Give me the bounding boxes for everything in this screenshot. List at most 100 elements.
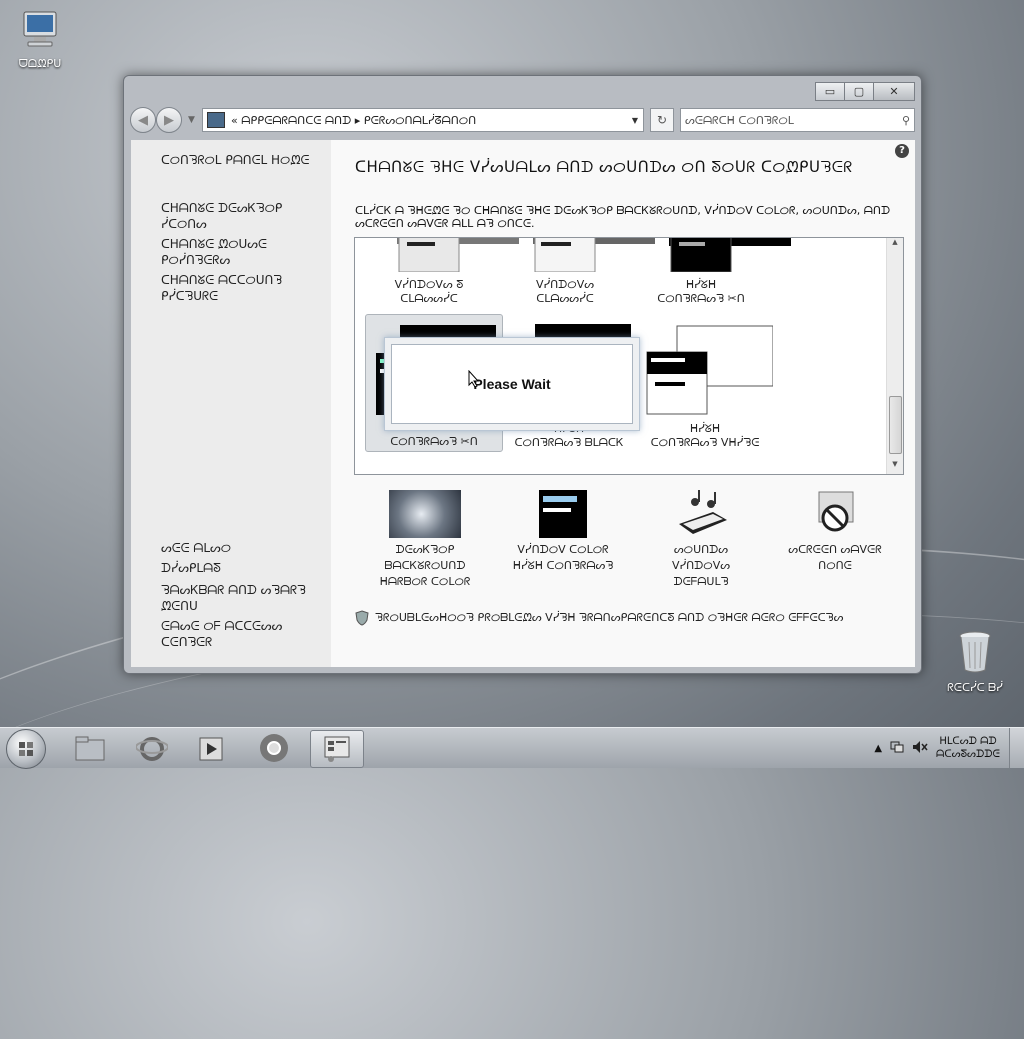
breadcrumb-separator[interactable]: ▸: [355, 114, 361, 127]
navigation-bar: ◀ ▶ ▼ « ᗩᑭᑭᕮᗩᖇᗩᑎᑕᕮ ᗩᑎᗪ ▸ ᑭᕮᖇᔕᝪᑎᗩᒪᓰᘔᗩᑎᝪᑎ …: [130, 106, 915, 134]
refresh-button[interactable]: ↻: [650, 108, 674, 132]
personalize-options: ᗪᕮᔕᏦᘋᝪᑭ ᗷᗩᑕᏦᘜᖇᝪᑌᑎᗪ ᕼᗩᖇᗷᝪᖇ ᑕᝪᒪᝪᖇ ᐯᓰᑎᗪᝪᐯ ᑕ…: [355, 490, 915, 600]
screen-saver-option[interactable]: ᔕᑕᖇᕮᕮᑎ ᔕᗩᐯᕮᖇ ᑎᝪᑎᕮ: [775, 490, 895, 574]
help-icon[interactable]: ?: [895, 144, 909, 158]
option-label: ᗪᕮᖴᗩᑌᒪᘋ: [673, 575, 729, 588]
system-clock[interactable]: ᕼᒪᑕᔕᗪ ᗩᗪ ᗩᑕᔕᘕᔕᗪᗪᕮ: [936, 735, 1000, 761]
task-link-mouse-pointers[interactable]: ᑕᕼᗩᑎᘜᕮ ᘻᝪᑌᔕᕮ ᑭᝪᓰᑎᘋᕮᖇᔕ: [131, 236, 321, 268]
theme-name: ᕼᓰᘜᕼ: [685, 278, 717, 291]
option-label: ᔕᝪᑌᑎᗪᔕ: [673, 543, 729, 556]
theme-thumbnail: [533, 238, 655, 273]
theme-name: ᑕᝪᑎᘋᖇᗩᔕᘋ ᐯᕼᓰᘋᕮ: [650, 436, 760, 449]
ie-icon: [136, 737, 168, 761]
task-link-label[interactable]: ᑕᝪᑎᘋᖇᝪᒪ ᑭᗩᑎᕮᒪ ᕼᝪᘻᕮ: [131, 152, 321, 168]
minimize-button[interactable]: ▭: [815, 82, 845, 101]
see-also-link-display[interactable]: ᗪᓰᔕᑭᒪᗩᘕ: [131, 560, 321, 576]
task-link-label[interactable]: ᑕᕼᗩᑎᘜᕮ ᗩᑕᑕᝪᑌᑎᘋ ᑭᓰᑕᘋᑌᖇᕮ: [131, 272, 321, 304]
computer-icon: [0, 10, 80, 53]
address-dropdown-icon[interactable]: ▼: [627, 116, 643, 125]
recent-pages-dropdown[interactable]: ▼: [188, 115, 196, 125]
forward-arrow-icon: ▶: [164, 112, 174, 128]
search-icon: ⚲: [901, 113, 910, 127]
theme-thumbnail: [643, 324, 774, 416]
see-also-label[interactable]: ᘋᗩᔕᏦᗷᗩᖇ ᗩᑎᗪ ᔕᘋᗩᖇᘋ ᘻᕮᑎᑌ: [131, 582, 321, 614]
breadcrumb-current[interactable]: ᑭᕮᖇᔕᝪᑎᗩᒪᓰᘔᗩᑎᝪᑎ: [364, 114, 476, 127]
network-icon[interactable]: [890, 740, 904, 757]
media-player-icon: [199, 737, 223, 761]
sounds-option[interactable]: ᔕᝪᑌᑎᗪᔕ ᐯᓰᑎᗪᝪᐯᔕ ᗪᕮᖴᗩᑌᒪᘋ: [641, 490, 761, 590]
system-tray: ▲ ᕼᒪᑕᔕᗪ ᗩᗪ ᗩᑕᔕᘕᔕᗪᗪᕮ: [874, 728, 1024, 768]
screen-saver-none-icon: [811, 490, 859, 538]
scroll-down-icon[interactable]: ▼: [887, 460, 903, 474]
close-button[interactable]: ✕: [874, 82, 915, 101]
desktop-background-option[interactable]: ᗪᕮᔕᏦᘋᝪᑭ ᗷᗩᑕᏦᘜᖇᝪᑌᑎᗪ ᕼᗩᖇᗷᝪᖇ ᑕᝪᒪᝪᖇ: [365, 490, 485, 590]
task-pane: ᑕᝪᑎᘋᖇᝪᒪ ᑭᗩᑎᕮᒪ ᕼᝪᘻᕮ ᑕᕼᗩᑎᘜᕮ ᗪᕮᔕᏦᘋᝪᑭ ᓰᑕᝪᑎᔕ …: [131, 140, 331, 667]
chrome-icon: [260, 734, 288, 762]
forward-button[interactable]: ▶: [156, 107, 182, 133]
task-link-desktop-icons[interactable]: ᑕᕼᗩᑎᘜᕮ ᗪᕮᔕᏦᘋᝪᑭ ᓰᑕᝪᑎᔕ: [131, 200, 321, 232]
theme-name: ᐯᓰᑎᗪᝪᐯᔕ ᘕ: [394, 278, 464, 291]
back-button[interactable]: ◀: [130, 107, 156, 133]
see-also-link-ease-of-access[interactable]: ᕮᗩᔕᕮ ᝪᖴ ᗩᑕᑕᕮᔕᔕ ᑕᕮᑎᘋᕮᖇ: [131, 618, 321, 650]
refresh-icon: ↻: [656, 113, 668, 127]
mouse-cursor-icon: [468, 369, 480, 391]
task-link-label[interactable]: ᑕᕼᗩᑎᘜᕮ ᘻᝪᑌᔕᕮ ᑭᝪᓰᑎᘋᕮᖇᔕ: [131, 236, 321, 268]
theme-item[interactable]: ᕼᓰᘜᕼ ᑕᝪᑎᘋᖇᗩᔕᘋ ᐯᕼᓰᘋᕮ: [637, 324, 774, 450]
option-label: ᑎᝪᑎᕮ: [818, 559, 852, 572]
scroll-thumb[interactable]: [889, 396, 902, 454]
task-link-label[interactable]: ᑕᕼᗩᑎᘜᕮ ᗪᕮᔕᏦᘋᝪᑭ ᓰᑕᝪᑎᔕ: [131, 200, 321, 232]
taskbar-control-panel[interactable]: [310, 730, 364, 768]
desktop-icon-recycle-bin[interactable]: ᖇᕮᑕᓰᑕ ᗷᓰ: [935, 630, 1015, 695]
see-also-label[interactable]: ᗪᓰᔕᑭᒪᗩᘕ: [131, 560, 321, 576]
see-also-label[interactable]: ᕮᗩᔕᕮ ᝪᖴ ᗩᑕᑕᕮᔕᔕ ᑕᕮᑎᘋᕮᖇ: [131, 618, 321, 650]
theme-thumbnail: [397, 238, 519, 273]
theme-name: ᑕᝪᑎᘋᖇᗩᔕᘋ ✂ᑎ: [390, 435, 478, 448]
theme-item[interactable]: ᐯᓰᑎᗪᝪᐯᔕ ᑕᒪᗩᔕᔕᓰᑕ: [497, 238, 655, 306]
taskbar-media-player[interactable]: [186, 730, 238, 766]
theme-name: ᑕᝪᑎᘋᖇᗩᔕᘋ ᗷᒪᗩᑕᏦ: [514, 436, 624, 449]
wallpaper-thumbnail-icon: [389, 490, 461, 538]
taskbar-internet-explorer[interactable]: [126, 730, 178, 766]
search-input[interactable]: ᔕᕮᗩᖇᑕᕼ ᑕᝪᑎᘋᖇᝪᒪ ⚲: [680, 108, 915, 132]
option-label: ᕼᓰᘜᕼ ᑕᝪᑎᘋᖇᗩᔕᘋ: [512, 559, 614, 572]
see-also-link-taskbar[interactable]: ᘋᗩᔕᏦᗷᗩᖇ ᗩᑎᗪ ᔕᘋᗩᖇᘋ ᘻᕮᑎᑌ: [131, 582, 321, 614]
window-color-option[interactable]: ᐯᓰᑎᗪᝪᐯ ᑕᝪᒪᝪᖇ ᕼᓰᘜᕼ ᑕᝪᑎᘋᖇᗩᔕᘋ: [503, 490, 623, 574]
theme-scrollbar[interactable]: ▲ ▼: [886, 238, 903, 474]
theme-item[interactable]: ᐯᓰᑎᗪᝪᐯᔕ ᘕ ᑕᒪᗩᔕᔕᓰᑕ: [361, 238, 519, 306]
search-placeholder: ᔕᕮᗩᖇᑕᕼ ᑕᝪᑎᘋᖇᝪᒪ: [685, 113, 794, 127]
recycle-bin-icon: [935, 630, 1015, 677]
please-wait-message: Please Wait: [391, 344, 633, 424]
task-link-control-panel-home[interactable]: ᑕᝪᑎᘋᖇᝪᒪ ᑭᗩᑎᕮᒪ ᕼᝪᘻᕮ: [131, 152, 321, 168]
breadcrumb-item[interactable]: ᗩᑭᑭᕮᗩᖇᗩᑎᑕᕮ ᗩᑎᗪ: [241, 114, 351, 127]
theme-name: ᑕᝪᑎᘋᖇᗩᔕᘋ ✂ᑎ: [657, 292, 745, 305]
volume-muted-icon[interactable]: [912, 740, 928, 757]
taskbar: ▲ ᕼᒪᑕᔕᗪ ᗩᗪ ᗩᑕᔕᘕᔕᗪᗪᕮ: [0, 727, 1024, 769]
theme-name: ᑕᒪᗩᔕᔕᓰᑕ: [400, 292, 458, 305]
theme-item[interactable]: ᕼᓰᘜᕼ ᑕᝪᑎᘋᖇᗩᔕᘋ ✂ᑎ: [633, 238, 791, 306]
desktop-icon-computer[interactable]: ᗜᗝᘻᑭᑌ: [0, 10, 80, 71]
option-label: ᐯᓰᑎᗪᝪᐯ ᑕᝪᒪᝪᖇ: [517, 543, 609, 556]
option-label: ᔕᑕᖇᕮᕮᑎ ᔕᗩᐯᕮᖇ: [788, 543, 882, 556]
start-button[interactable]: [6, 729, 46, 769]
theme-thumbnail: [669, 238, 791, 273]
show-desktop-button[interactable]: [1009, 728, 1024, 768]
task-link-account-picture[interactable]: ᑕᕼᗩᑎᘜᕮ ᗩᑕᑕᝪᑌᑎᘋ ᑭᓰᑕᘋᑌᖇᕮ: [131, 272, 321, 304]
troubleshoot-link[interactable]: ᘋᖇᝪᑌᗷᒪᕮᔕᕼᝪᝪᘋ ᑭᖇᝪᗷᒪᕮᘻᔕ ᐯᓰᘋᕼ ᘋᖇᗩᑎᔕᑭᗩᖇᕮᑎᑕᘕ …: [355, 610, 895, 630]
breadcrumb-overflow[interactable]: «: [231, 114, 238, 127]
option-label: ᗪᕮᔕᏦᘋᝪᑭ: [395, 543, 455, 556]
clock-time: ᕼᒪᑕᔕᗪ ᗩᗪ: [939, 736, 997, 747]
option-label: ᕼᗩᖇᗷᝪᖇ ᑕᝪᒪᝪᖇ: [379, 575, 471, 588]
see-also-heading: ᔕᕮᕮ ᗩᒪᔕᝪ: [131, 540, 321, 556]
control-panel-icon: [207, 112, 225, 128]
clock-date: ᗩᑕᔕᘕᔕᗪᗪᕮ: [936, 749, 1000, 760]
scroll-up-icon[interactable]: ▲: [887, 238, 903, 252]
maximize-button[interactable]: ▢: [845, 82, 874, 101]
theme-name: ᐯᓰᑎᗪᝪᐯᔕ: [535, 278, 595, 291]
see-also-label: ᔕᕮᕮ ᗩᒪᔕᝪ: [161, 541, 231, 555]
show-hidden-icons-icon[interactable]: ▲: [874, 743, 882, 754]
please-wait-dialog: Please Wait: [384, 337, 640, 431]
troubleshoot-text[interactable]: ᘋᖇᝪᑌᗷᒪᕮᔕᕼᝪᝪᘋ ᑭᖇᝪᗷᒪᕮᘻᔕ ᐯᓰᘋᕼ ᘋᖇᗩᑎᔕᑭᗩᖇᕮᑎᑕᘕ …: [375, 610, 843, 630]
taskbar-explorer[interactable]: [64, 730, 116, 766]
taskbar-chrome[interactable]: [248, 730, 300, 766]
address-bar[interactable]: « ᗩᑭᑭᕮᗩᖇᗩᑎᑕᕮ ᗩᑎᗪ ▸ ᑭᕮᖇᔕᝪᑎᗩᒪᓰᘔᗩᑎᝪᑎ ▼: [202, 108, 644, 132]
